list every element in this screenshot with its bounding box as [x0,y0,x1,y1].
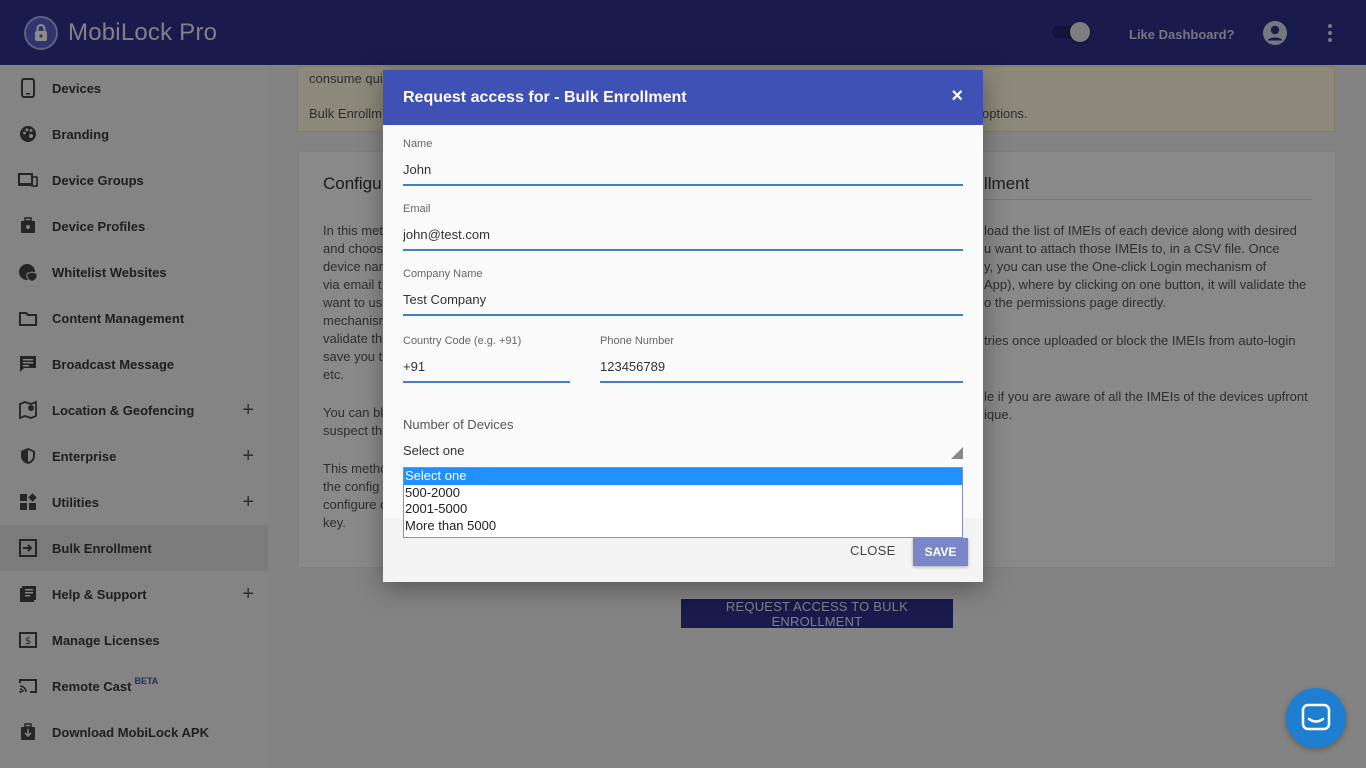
email-field[interactable]: john@test.com [403,227,490,242]
dialog-title: Request access for - Bulk Enrollment [403,88,687,106]
name-underline [403,184,963,186]
chat-icon [1301,703,1331,731]
name-label: Name [403,138,433,150]
country-code-label: Country Code (e.g. +91) [403,335,522,347]
close-button[interactable]: CLOSE [850,543,896,558]
devices-select[interactable]: Select one [403,443,464,458]
email-label: Email [403,203,431,215]
dialog-header: Request access for - Bulk Enrollment × [383,70,983,125]
dropdown-option[interactable]: More than 5000 [404,518,962,535]
phone-field[interactable]: 123456789 [600,359,665,374]
dropdown-arrow-icon[interactable] [951,447,963,459]
email-underline [403,249,963,251]
dropdown-option[interactable]: 500-2000 [404,485,962,502]
country-code-underline [403,381,570,383]
save-button[interactable]: SAVE [913,538,968,566]
chat-launcher-button[interactable] [1286,688,1346,748]
dropdown-option[interactable]: 2001-5000 [404,501,962,518]
devices-dropdown-list: Select one 500-2000 2001-5000 More than … [403,467,963,538]
dropdown-option[interactable]: Select one [404,468,962,485]
phone-label: Phone Number [600,335,674,347]
company-field[interactable]: Test Company [403,292,486,307]
devices-label: Number of Devices [403,417,514,432]
phone-underline [600,381,963,383]
company-label: Company Name [403,268,483,280]
company-underline [403,314,963,316]
name-field[interactable]: John [403,162,431,177]
close-icon[interactable]: × [951,86,963,106]
country-code-field[interactable]: +91 [403,359,425,374]
